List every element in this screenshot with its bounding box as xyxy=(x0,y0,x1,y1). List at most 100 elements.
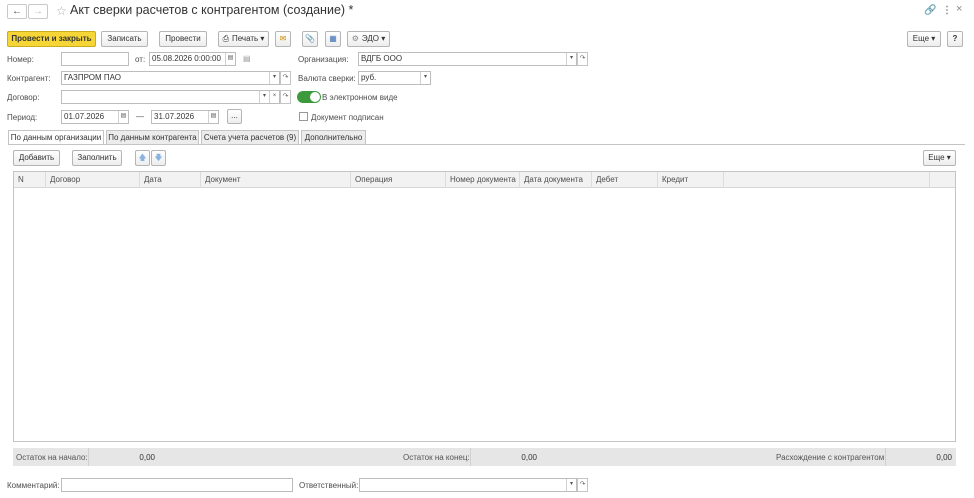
table-header: N Договор Дата Документ Операция Номер д… xyxy=(14,172,955,188)
table-more-label: Еще xyxy=(928,153,945,162)
contract-field[interactable]: ▾ × xyxy=(61,90,280,104)
signed-checkbox[interactable] xyxy=(299,112,308,121)
paperclip-icon: 📎 xyxy=(305,34,315,43)
email-button[interactable]: ✉ xyxy=(275,31,291,47)
fill-button[interactable]: Заполнить xyxy=(72,150,122,166)
reconciliation-table[interactable]: N Договор Дата Документ Операция Номер д… xyxy=(13,171,956,442)
structure-button[interactable]: ▦ xyxy=(325,31,341,47)
signed-label: Документ подписан xyxy=(311,113,384,122)
col-contract[interactable]: Договор xyxy=(46,172,140,188)
open-responsible-button[interactable]: ↷ xyxy=(577,478,588,492)
electronic-toggle[interactable] xyxy=(297,91,321,103)
number-field[interactable] xyxy=(61,52,129,66)
organization-field[interactable]: ВДГБ ООО ▾ xyxy=(358,52,577,66)
star-icon[interactable]: ☆ xyxy=(56,4,67,18)
comment-field[interactable] xyxy=(61,478,293,492)
kebab-menu-icon[interactable]: ⋮ xyxy=(942,5,952,16)
open-contract-button[interactable]: ↷ xyxy=(280,90,291,104)
electronic-label: В электронном виде xyxy=(322,93,398,102)
tab-additional[interactable]: Дополнительно xyxy=(301,130,366,144)
window-title: Акт сверки расчетов с контрагентом (созд… xyxy=(70,3,354,17)
currency-label: Валюта сверки: xyxy=(298,74,356,83)
arrow-right-icon: → xyxy=(33,6,43,17)
edo-button[interactable]: ⚙ ЭДО ▾ xyxy=(347,31,390,47)
divider xyxy=(885,448,886,466)
col-n[interactable]: N xyxy=(14,172,46,188)
chevron-down-icon[interactable]: ▾ xyxy=(420,72,430,84)
open-organization-button[interactable]: ↷ xyxy=(577,52,588,66)
number-label: Номер: xyxy=(7,55,34,64)
table-more-button[interactable]: Еще ▾ xyxy=(923,150,956,166)
period-to-value: 31.07.2026 xyxy=(154,112,195,121)
move-down-button[interactable]: 🡇 xyxy=(151,150,166,166)
comment-label: Комментарий: xyxy=(7,481,60,490)
difference-value: 0,00 xyxy=(936,453,952,462)
forward-button[interactable]: → xyxy=(28,4,48,19)
end-balance-value: 0,00 xyxy=(521,453,537,462)
col-doc-date[interactable]: Дата документа xyxy=(520,172,592,188)
back-button[interactable]: ← xyxy=(7,4,27,19)
arrow-up-icon: 🡅 xyxy=(138,153,147,162)
start-balance-value: 0,00 xyxy=(139,453,155,462)
col-credit[interactable]: Кредит xyxy=(658,172,724,188)
col-debit[interactable]: Дебет xyxy=(592,172,658,188)
chevron-down-icon[interactable]: ▾ xyxy=(566,479,576,491)
responsible-label: Ответственный: xyxy=(299,481,359,490)
contract-label: Договор: xyxy=(7,93,40,102)
period-label: Период: xyxy=(7,113,38,122)
calendar-icon[interactable]: ▤ xyxy=(118,111,128,123)
totals-bar: Остаток на начало: 0,00 Остаток на конец… xyxy=(13,448,956,466)
open-counterparty-button[interactable]: ↷ xyxy=(280,71,291,85)
arrow-left-icon: ← xyxy=(12,6,22,17)
arrow-down-icon: 🡇 xyxy=(154,153,163,162)
period-to-field[interactable]: 31.07.2026 ▤ xyxy=(151,110,219,124)
responsible-field[interactable]: ▾ xyxy=(359,478,577,492)
more-label: Еще xyxy=(912,34,930,43)
tab-counterparty-data[interactable]: По данным контрагента xyxy=(106,130,199,144)
divider xyxy=(88,448,89,466)
close-icon[interactable]: × xyxy=(956,3,962,15)
add-button[interactable]: Добавить xyxy=(13,150,60,166)
counterparty-field[interactable]: ГАЗПРОМ ПАО ▾ xyxy=(61,71,280,85)
post-button[interactable]: Провести xyxy=(159,31,207,47)
link-icon[interactable]: 🔗 xyxy=(924,5,936,16)
chevron-down-icon[interactable]: ▾ xyxy=(269,72,279,84)
calendar-icon[interactable]: ▤ xyxy=(225,53,235,65)
period-from-field[interactable]: 01.07.2026 ▤ xyxy=(61,110,129,124)
chevron-down-icon[interactable]: ▾ xyxy=(566,53,576,65)
divider xyxy=(470,448,471,466)
col-document[interactable]: Документ xyxy=(201,172,351,188)
date-status-icon: ▤ xyxy=(243,54,251,63)
end-balance-label: Остаток на конец: xyxy=(403,453,470,462)
print-button[interactable]: ⎙ Печать ▾ xyxy=(218,31,269,47)
tab-organization-data[interactable]: По данным организации xyxy=(8,130,104,145)
more-button[interactable]: Еще ▾ xyxy=(907,31,941,47)
clear-icon[interactable]: × xyxy=(269,91,279,103)
save-button[interactable]: Записать xyxy=(101,31,148,47)
col-doc-number[interactable]: Номер документа xyxy=(446,172,520,188)
calendar-icon[interactable]: ▤ xyxy=(208,111,218,123)
chevron-down-icon[interactable]: ▾ xyxy=(259,91,269,103)
move-up-button[interactable]: 🡅 xyxy=(135,150,150,166)
help-button[interactable]: ? xyxy=(947,31,963,47)
col-operation[interactable]: Операция xyxy=(351,172,446,188)
edo-icon: ⚙ xyxy=(351,34,359,43)
period-from-value: 01.07.2026 xyxy=(64,112,105,121)
currency-field[interactable]: руб. ▾ xyxy=(358,71,431,85)
organization-value: ВДГБ ООО xyxy=(361,54,403,63)
printer-icon: ⎙ xyxy=(222,34,229,43)
edo-label: ЭДО xyxy=(361,34,380,43)
currency-value: руб. xyxy=(361,73,377,82)
tab-accounts[interactable]: Счета учета расчетов (9) xyxy=(201,130,299,144)
print-label: Печать xyxy=(231,34,259,43)
envelope-icon: ✉ xyxy=(279,34,287,43)
period-select-button[interactable]: ... xyxy=(227,109,242,124)
date-value: 05.08.2026 0:00:00 xyxy=(152,54,221,63)
counterparty-value: ГАЗПРОМ ПАО xyxy=(64,73,122,82)
post-and-close-button[interactable]: Провести и закрыть xyxy=(7,31,96,47)
col-date[interactable]: Дата xyxy=(140,172,201,188)
date-field[interactable]: 05.08.2026 0:00:00 ▤ xyxy=(149,52,236,66)
attach-button[interactable]: 📎 xyxy=(302,31,318,47)
period-dash: — xyxy=(136,112,144,121)
difference-label: Расхождение с контрагентом: xyxy=(776,453,887,462)
